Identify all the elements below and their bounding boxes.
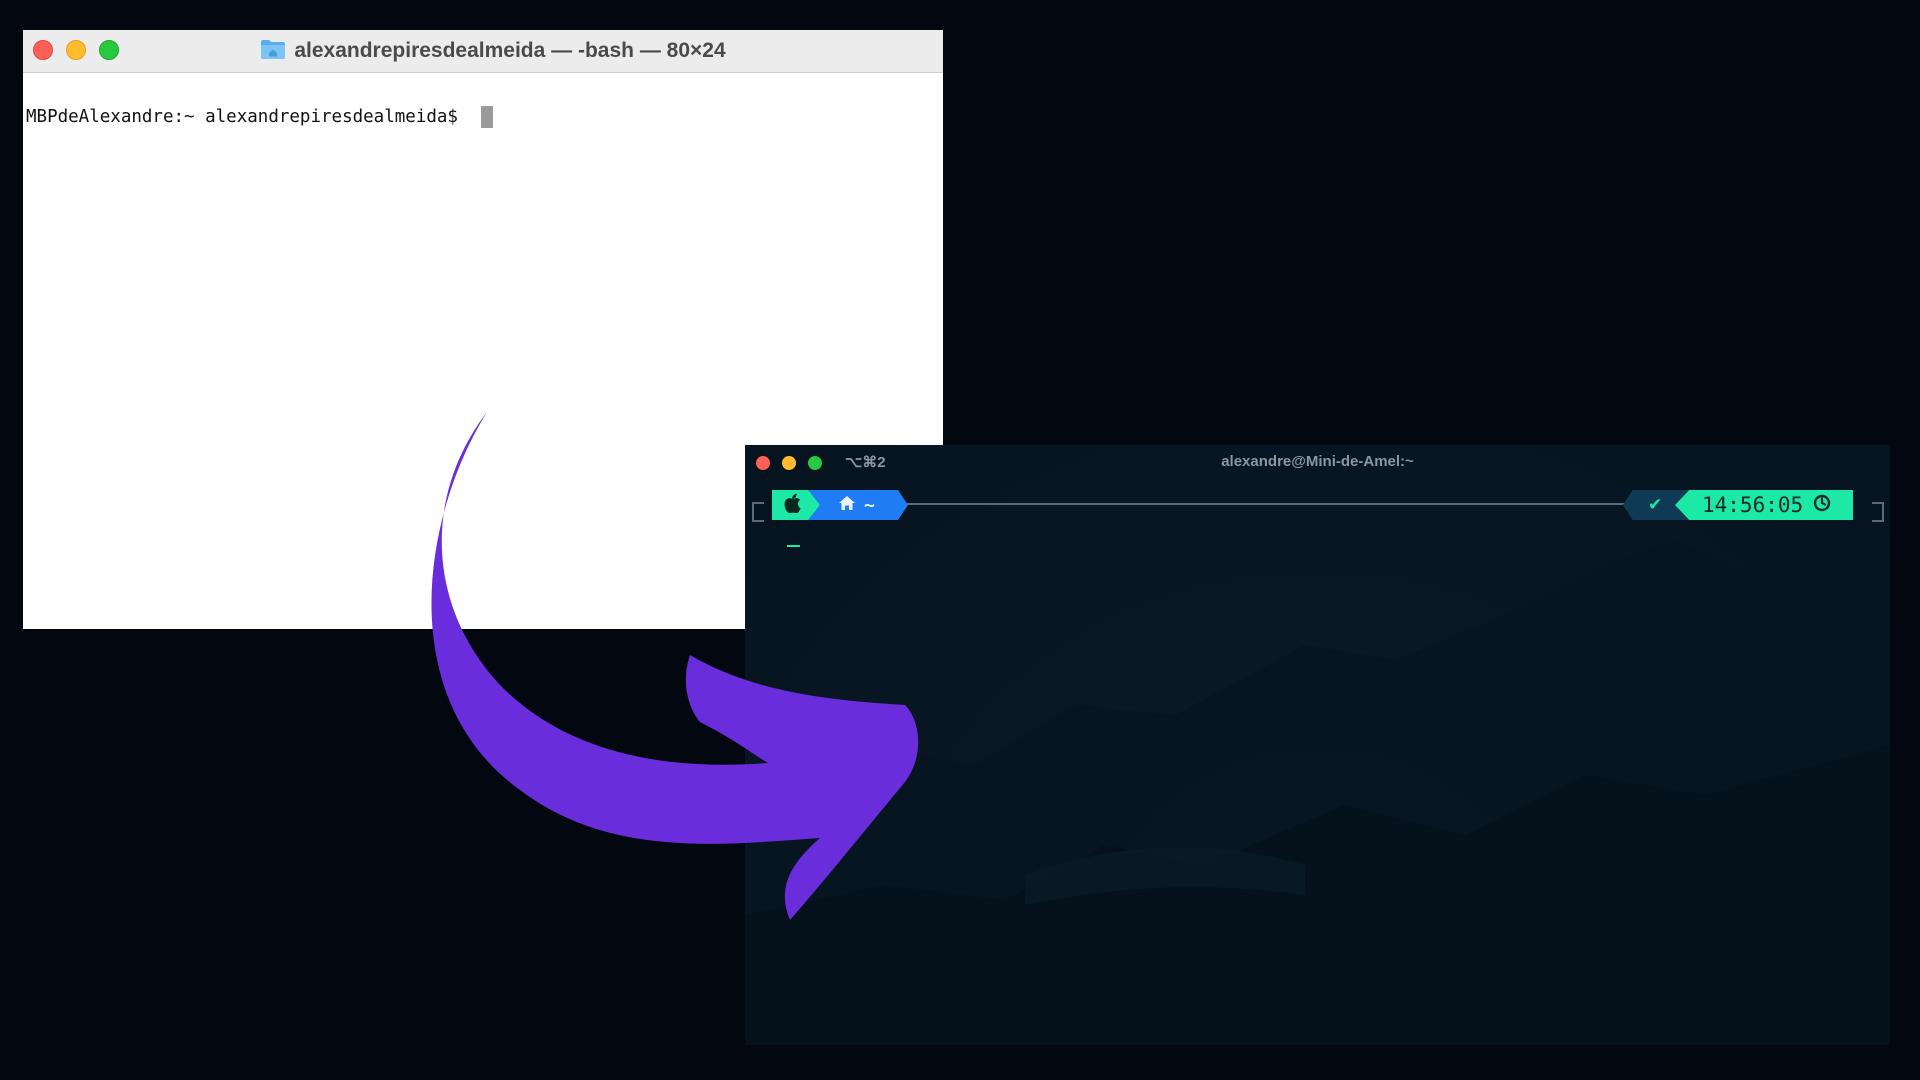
home-icon — [838, 495, 856, 516]
text-cursor — [787, 545, 800, 547]
prompt-time-segment: 14:56:05 — [1675, 490, 1853, 520]
apple-icon — [783, 493, 801, 518]
shell-prompt-line: MBPdeAlexandre:~ alexandrepiresdealmeida… — [26, 106, 493, 128]
success-check-icon: ✔ — [1648, 495, 1663, 515]
light-title-group: alexandrepiresdealmeida — -bash — 80×24 — [23, 30, 943, 72]
prompt-frame-left — [752, 502, 764, 522]
dark-title-bar[interactable]: alexandre@Mini-de-Amel:~ ⌥⌘2 — [745, 445, 1890, 479]
current-directory: ~ — [864, 494, 875, 516]
shell-prompt: MBPdeAlexandre:~ alexandrepiresdealmeida… — [26, 107, 469, 127]
prompt-time: 14:56:05 — [1702, 493, 1804, 517]
clock-icon — [1813, 494, 1831, 517]
mountain-wallpaper — [745, 535, 1890, 1045]
themed-terminal-window[interactable]: alexandre@Mini-de-Amel:~ ⌥⌘2 ~ ✔ 14:56:0… — [745, 445, 1890, 1045]
prompt-frame-right — [1872, 502, 1884, 522]
screen: alexandrepiresdealmeida — -bash — 80×24 … — [0, 0, 1920, 1080]
window-title: alexandre@Mini-de-Amel:~ — [1221, 453, 1414, 470]
prompt-directory-segment: ~ — [808, 490, 908, 520]
folder-home-icon — [260, 38, 286, 65]
tab-shortcut: ⌥⌘2 — [845, 454, 886, 471]
window-title: alexandrepiresdealmeida — -bash — 80×24 — [294, 39, 726, 62]
text-cursor — [480, 106, 493, 128]
light-title-bar[interactable]: alexandrepiresdealmeida — -bash — 80×24 — [23, 30, 943, 73]
